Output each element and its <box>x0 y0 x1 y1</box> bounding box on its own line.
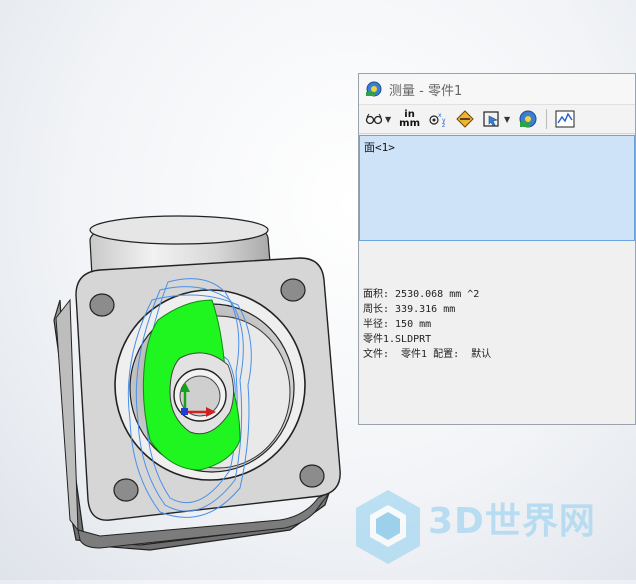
result-perimeter: 周长: 339.316 mm <box>363 304 456 315</box>
watermark-text: 3D世界网 <box>428 501 596 542</box>
selection-item[interactable]: 面<1> <box>364 139 630 155</box>
point-to-point-button[interactable] <box>456 108 474 130</box>
measure-results: 面积: 2530.068 mm ^2 周长: 339.316 mm 半径: 15… <box>363 287 491 362</box>
svg-text:z: z <box>442 122 445 128</box>
arc-circle-options-button[interactable]: ▼ <box>365 108 391 130</box>
point-measure-icon <box>456 110 474 128</box>
chevron-down-icon[interactable]: ▼ <box>504 115 510 124</box>
result-configuration: 文件: 零件1 配置: 默认 <box>363 349 492 360</box>
selection-list[interactable]: 面<1> <box>359 135 635 241</box>
result-area: 面积: 2530.068 mm ^2 <box>363 289 480 300</box>
xyz-projection-icon: x y z <box>429 112 446 128</box>
cursor-select-icon <box>483 111 499 127</box>
toolbar-separator <box>546 109 548 129</box>
measure-toolbar: ▼ in mm x y z ▼ <box>359 105 635 134</box>
xyz-projection-button[interactable]: x y z <box>428 108 448 130</box>
select-mode-button[interactable]: ▼ <box>482 108 510 130</box>
measure-history-icon <box>519 110 537 128</box>
dialog-titlebar[interactable]: 测量 - 零件1 <box>359 74 635 105</box>
measure-icon <box>366 81 382 97</box>
measure-dialog: 测量 - 零件1 ▼ in mm x y z ▼ 面<1> 面积: 2530.0… <box>358 73 636 425</box>
chevron-down-icon[interactable]: ▼ <box>385 115 391 124</box>
dialog-title: 测量 - 零件1 <box>389 83 463 99</box>
create-sensor-button[interactable] <box>555 108 575 130</box>
sensor-graph-icon <box>555 110 575 128</box>
watermark-logo <box>356 490 420 564</box>
result-part-file: 零件1.SLDPRT <box>363 334 432 345</box>
units-precision-button[interactable]: in mm <box>399 108 420 130</box>
result-radius: 半径: 150 mm <box>363 319 432 330</box>
measure-history-button[interactable] <box>518 108 538 130</box>
glasses-icon <box>365 113 383 125</box>
units-icon: in mm <box>399 109 420 129</box>
